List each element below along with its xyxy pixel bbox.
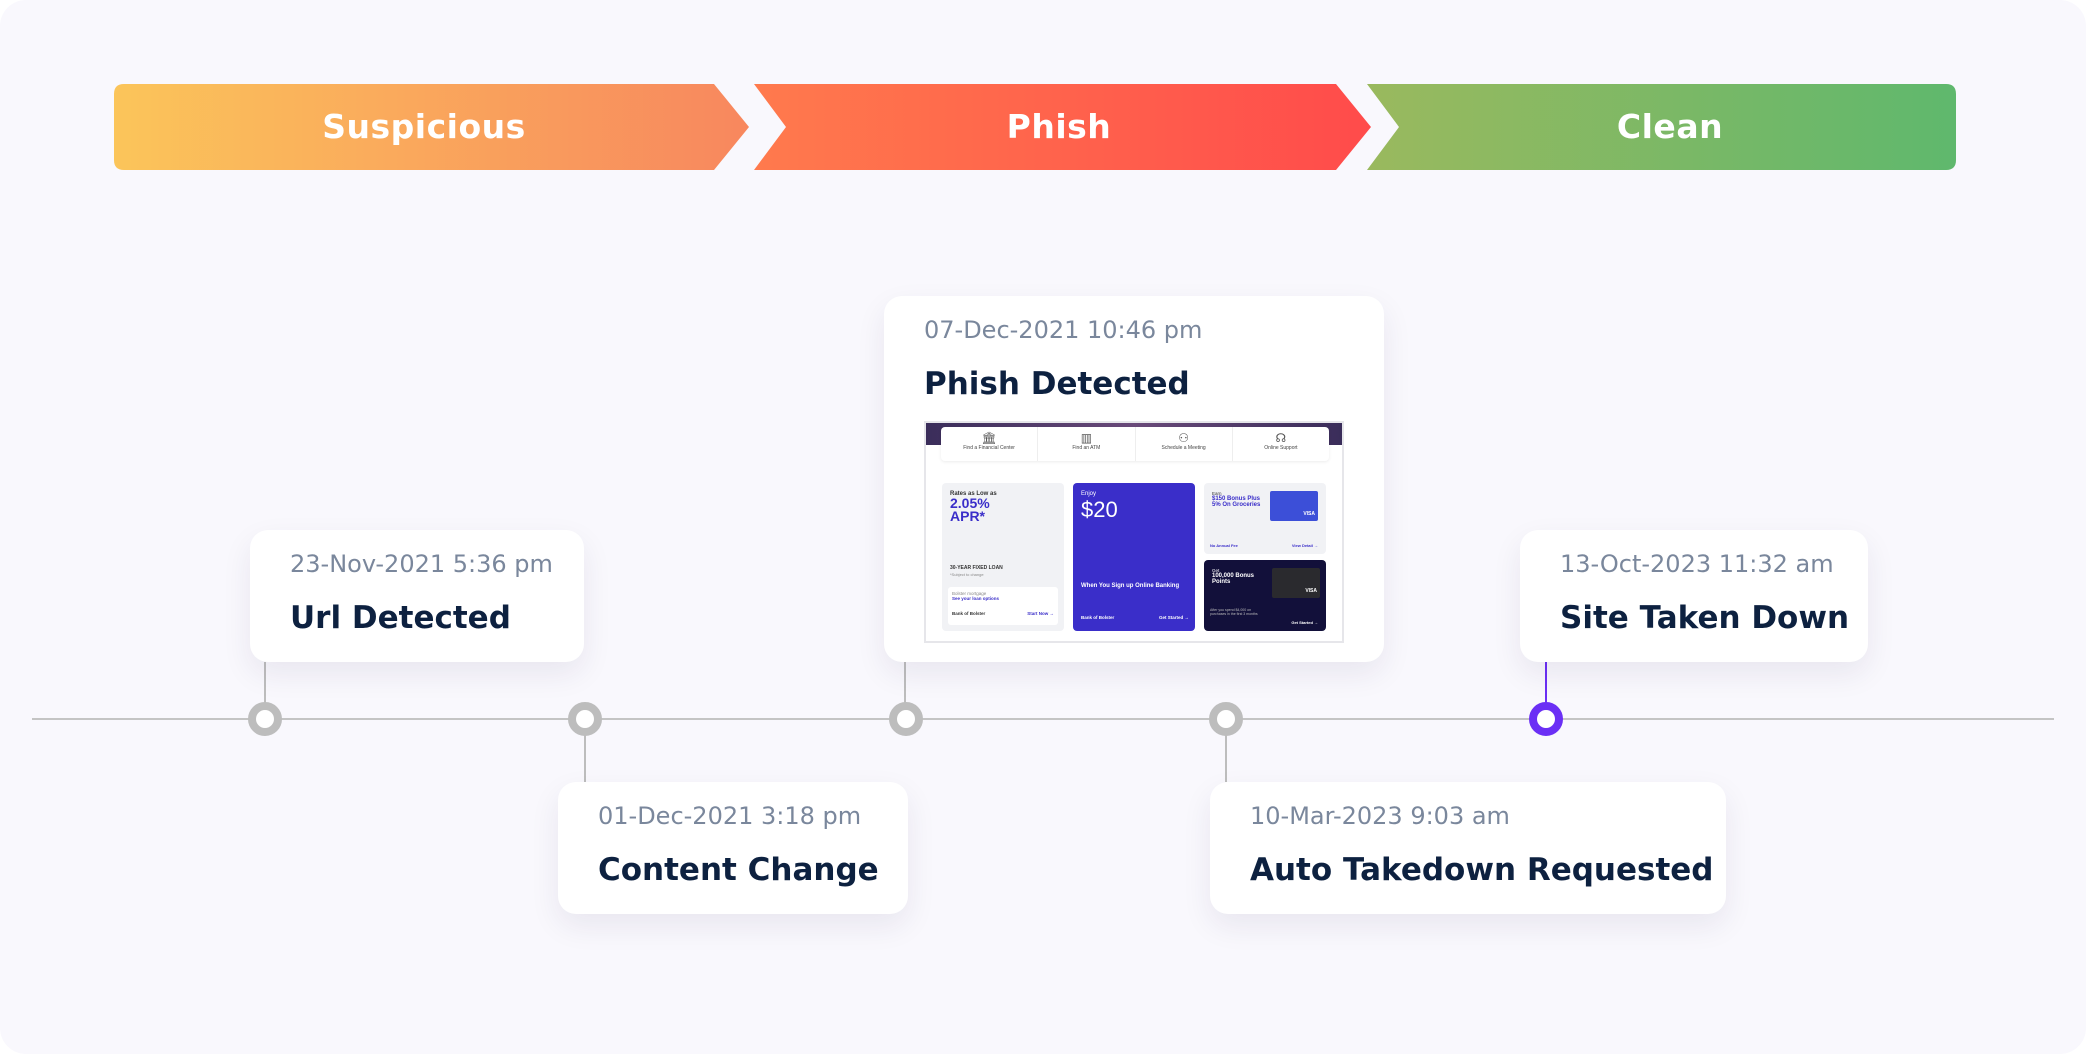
event-card-auto-takedown: 10-Mar-2023 9:03 am Auto Takedown Reques… [1210,782,1726,914]
tile-signup-bonus: Enjoy $20 When You Sign up Online Bankin… [1073,483,1195,631]
status-stages: Suspicious Phish Clean [114,84,1956,170]
connector [1225,734,1227,782]
phish-site-screenshot[interactable]: 🏛 Find a Financial Center ▥ Find an ATM ⚇ S… [924,421,1344,643]
event-card-content-change: 01-Dec-2021 3:18 pm Content Change [558,782,908,914]
tile-points-card: Get 100,000 Bonus Points VISA After you … [1204,560,1326,631]
tile-cashback-card: Earn $150 Bonus Plus 5% On Groceries VIS… [1204,483,1326,554]
people-icon: ⚇ [1178,431,1189,445]
nav-financial-center: 🏛 Find a Financial Center [941,427,1039,461]
connector [584,734,586,782]
timeline-panel: Suspicious Phish Clean 23-Nov-2021 5:36 … [0,0,2086,1054]
timeline-node-content-change[interactable] [568,702,602,736]
timeline-axis [32,718,2054,720]
stage-phish: Phish [1006,107,1112,146]
atm-icon: ▥ [1080,431,1093,445]
event-title: Url Detected [290,600,511,636]
event-date: 10-Mar-2023 9:03 am [1250,802,1510,830]
event-card-url-detected: 23-Nov-2021 5:36 pm Url Detected [250,530,584,662]
nav-support: ☊ Online Support [1233,427,1329,461]
connector [264,662,266,706]
connector [1545,662,1547,706]
event-date: 13-Oct-2023 11:32 am [1560,550,1834,578]
event-date: 01-Dec-2021 3:18 pm [598,802,862,830]
stage-clean: Clean [1616,107,1724,146]
event-title: Site Taken Down [1560,600,1850,636]
stage-suspicious: Suspicious [322,107,526,146]
timeline-node-url-detected[interactable] [248,702,282,736]
event-title: Content Change [598,852,879,888]
event-date: 23-Nov-2021 5:36 pm [290,550,553,578]
timeline-node-site-taken-down[interactable] [1529,702,1563,736]
timeline-node-auto-takedown[interactable] [1209,702,1243,736]
site-nav: 🏛 Find a Financial Center ▥ Find an ATM ⚇ S… [941,427,1329,461]
event-title: Auto Takedown Requested [1250,852,1714,888]
headset-icon: ☊ [1275,431,1287,445]
bank-icon: 🏛 [981,431,997,445]
connector [904,662,906,706]
nav-atm: ▥ Find an ATM [1038,427,1136,461]
event-date: 07-Dec-2021 10:46 pm [924,316,1203,344]
event-card-phish-detected: 07-Dec-2021 10:46 pm Phish Detected 🏛 Fin… [884,296,1384,662]
event-title: Phish Detected [924,366,1190,402]
event-card-site-taken-down: 13-Oct-2023 11:32 am Site Taken Down [1520,530,1868,662]
tile-mortgage: Rates as Low as 2.05% APR* 30-YEAR FIXED… [942,483,1064,631]
timeline-node-phish-detected[interactable] [889,702,923,736]
nav-meeting: ⚇ Schedule a Meeting [1136,427,1233,461]
